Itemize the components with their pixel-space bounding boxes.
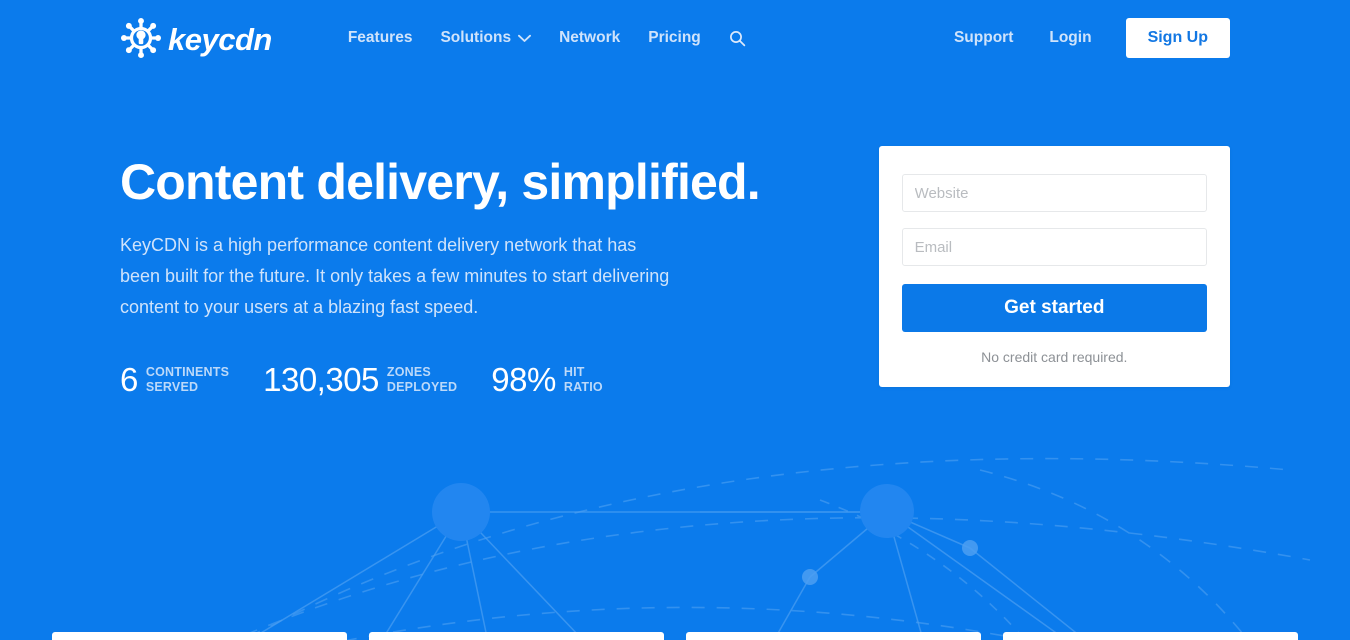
nav-label: Solutions [440,29,512,46]
brand-logo-link[interactable]: keycdn [120,17,272,59]
stat-label: ZONES DEPLOYED [386,364,458,394]
nav-label: Pricing [648,29,701,46]
network-node-minor [962,540,978,556]
secondary-navigation: Support Login Sign Up [936,18,1230,58]
nav-label: Login [1049,29,1092,46]
feature-card-peek[interactable] [1003,632,1298,640]
stat-label: CONTINENTS SERVED [145,364,230,394]
stat-item: 130,305 ZONES DEPLOYED [263,363,457,396]
stat-value: 98% [491,360,556,398]
feature-card-peek[interactable] [369,632,664,640]
keycdn-logo-icon [120,17,162,59]
hero-subtitle: KeyCDN is a high performance content del… [120,235,670,317]
network-node-major [432,483,490,541]
network-node-major [860,484,914,538]
nav-item-solutions[interactable]: Solutions [426,21,545,55]
sign-up-button[interactable]: Sign Up [1125,18,1230,58]
stat-label: HIT RATIO [563,364,603,394]
hero-section: Content delivery, simplified. KeyCDN is … [0,76,1350,396]
nav-label: Network [559,29,621,46]
email-input[interactable] [901,228,1207,266]
signup-card: Get started No credit card required. [878,146,1230,387]
brand-name: keycdn [168,21,272,57]
stats-row: 6 CONTINENTS SERVED 130,305 ZONES DEPLOY… [120,363,879,396]
stat-value: 6 [120,360,138,398]
feature-card-peek[interactable] [686,632,981,640]
nav-item-pricing[interactable]: Pricing [634,21,715,55]
nav-label: Support [953,29,1014,46]
stat-item: 98% HIT RATIO [491,363,603,396]
primary-navigation: Features Solutions Network Pricing [334,21,760,55]
nav-item-login[interactable]: Login [1031,21,1109,55]
hero-copy: Content delivery, simplified. KeyCDN is … [120,154,879,396]
nav-label: Features [347,29,413,46]
page-title: Content delivery, simplified. [120,154,761,210]
network-node-minor [802,569,818,585]
search-icon[interactable] [715,22,760,55]
nav-item-network[interactable]: Network [545,21,634,55]
site-header: keycdn Features Solutions Network Pricin… [0,0,1350,76]
no-credit-card-note: No credit card required. [981,349,1128,365]
search-icon-glyph [729,30,746,46]
stat-value: 130,305 [263,360,379,398]
nav-item-support[interactable]: Support [936,21,1031,55]
feature-card-peek[interactable] [52,632,347,640]
below-fold-cards [0,632,1350,640]
chevron-down-icon [518,34,532,42]
stat-item: 6 CONTINENTS SERVED [120,363,229,396]
get-started-button[interactable]: Get started [901,284,1207,332]
nav-item-features[interactable]: Features [334,21,427,55]
website-input[interactable] [901,174,1207,212]
